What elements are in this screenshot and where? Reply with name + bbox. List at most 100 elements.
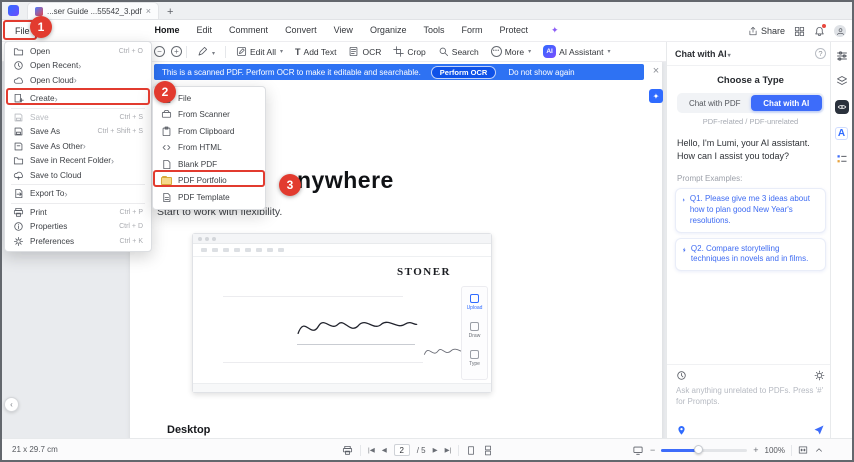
menu-item-properties[interactable]: Properties Ctrl + D	[5, 220, 151, 235]
translate-icon[interactable]	[835, 127, 848, 140]
send-icon[interactable]	[813, 424, 825, 436]
tab-comment[interactable]: Comment	[229, 25, 268, 36]
ocr-button[interactable]: OCR	[348, 46, 381, 57]
do-not-show-again-link[interactable]: Do not show again	[508, 68, 574, 77]
tab-home[interactable]: Home	[155, 25, 180, 36]
new-tab-button[interactable]	[167, 2, 173, 20]
menu-label: Preferences	[30, 237, 74, 246]
tab-organize[interactable]: Organize	[370, 25, 407, 36]
tab-tools[interactable]: Tools	[423, 25, 444, 36]
tab-convert[interactable]: Convert	[285, 25, 317, 36]
add-text-icon: T	[295, 47, 301, 57]
more-button[interactable]: ••• More	[491, 46, 531, 57]
checklist-icon[interactable]	[836, 153, 848, 165]
menu-item-open[interactable]: Open Ctrl + O	[5, 44, 151, 59]
sign-option-draw[interactable]: Draw	[469, 322, 481, 339]
next-page-button[interactable]	[433, 446, 438, 454]
statusbar: 21 x 29.7 cm 2 / 5 100%	[2, 438, 852, 460]
submenu-item-pdf-template[interactable]: PDF Template	[153, 189, 265, 206]
submenu-item-from-html[interactable]: From HTML	[153, 140, 265, 157]
chat-mode-dropdown[interactable]: Chat with AI	[675, 49, 731, 59]
menu-item-save-in-recent-folder[interactable]: Save in Recent Folder	[5, 154, 151, 169]
first-page-button[interactable]	[368, 446, 375, 454]
notice-close-icon[interactable]	[650, 65, 662, 77]
tab-protect[interactable]: Protect	[499, 25, 528, 36]
chat-with-pdf-option[interactable]: Chat with PDF	[679, 95, 751, 111]
notification-bell-icon[interactable]	[814, 26, 825, 37]
collapse-sidebar-button[interactable]	[4, 397, 19, 412]
clipboard-icon	[161, 126, 172, 137]
submenu-item-from-scanner[interactable]: From Scanner	[153, 107, 265, 124]
crop-button[interactable]: Crop	[393, 46, 425, 57]
document-tab[interactable]: ...ser Guide ...55542_3.pdf	[27, 2, 159, 19]
edit-all-button[interactable]: Edit All	[236, 46, 283, 57]
gear-icon[interactable]	[814, 370, 825, 381]
history-clock-icon[interactable]	[676, 370, 687, 381]
zoom-slider-knob[interactable]	[694, 445, 703, 454]
menu-item-export-to[interactable]: Export To	[5, 187, 151, 202]
apps-grid-icon[interactable]	[794, 26, 805, 37]
menu-item-save-to-cloud[interactable]: Save to Cloud	[5, 168, 151, 183]
menu-shortcut: Ctrl + K	[119, 238, 143, 245]
share-button[interactable]: Share	[748, 26, 785, 36]
more-icon: •••	[491, 46, 502, 57]
account-avatar[interactable]	[834, 25, 846, 37]
menu-item-open-cloud[interactable]: Open Cloud	[5, 73, 151, 88]
current-page-input[interactable]: 2	[394, 444, 410, 456]
menu-label: PDF Template	[178, 193, 230, 202]
menu-item-preferences[interactable]: Preferences Ctrl + K	[5, 234, 151, 249]
continuous-scroll-icon[interactable]	[483, 445, 493, 456]
sign-option-upload[interactable]: Upload	[467, 294, 483, 311]
form-line	[223, 296, 403, 297]
zoom-in-tool-icon[interactable]: +	[171, 46, 182, 57]
pin-icon[interactable]	[676, 425, 687, 436]
zoom-level-label: 100%	[765, 446, 785, 455]
help-icon[interactable]: ?	[815, 48, 826, 59]
menu-item-save-as-other[interactable]: Save As Other	[5, 139, 151, 154]
tab-form[interactable]: Form	[461, 25, 482, 36]
signature-line	[297, 344, 415, 345]
ai-input-placeholder[interactable]: Ask anything unrelated to PDFs. Press '#…	[667, 384, 834, 410]
reader-eye-badge-icon[interactable]	[835, 100, 849, 114]
perform-ocr-button[interactable]: Perform OCR	[431, 66, 497, 79]
zoom-out-tool-icon[interactable]: −	[154, 46, 165, 57]
menu-item-save-as[interactable]: Save As Ctrl + Shift + S	[5, 125, 151, 140]
search-button[interactable]: Search	[438, 46, 479, 57]
last-page-button[interactable]	[445, 446, 452, 454]
close-tab-icon[interactable]	[146, 6, 151, 16]
prompt-example-q1[interactable]: Q1. Please give me 3 ideas about how to …	[675, 188, 826, 232]
sign-option-type[interactable]: Type	[469, 350, 480, 367]
zoom-slider[interactable]	[661, 449, 747, 452]
zoom-out-button[interactable]	[650, 445, 655, 455]
menu-item-open-recent[interactable]: Open Recent	[5, 59, 151, 74]
chat-type-caption: PDF-related / PDF-unrelated	[667, 117, 834, 126]
pen-caret-icon[interactable]	[211, 47, 215, 57]
cloud-upload-icon	[13, 170, 24, 181]
layers-icon[interactable]	[836, 75, 848, 87]
step3-badge: 3	[279, 174, 301, 196]
menubar: File Home Edit Comment Convert View Orga…	[2, 20, 852, 42]
ai-quick-access-icon[interactable]	[649, 89, 663, 103]
ai-sparkle-icon[interactable]: ✦	[551, 25, 559, 36]
previous-page-button[interactable]	[382, 446, 387, 454]
presentation-icon[interactable]	[632, 445, 644, 456]
ai-assistant-button[interactable]: AI AI Assistant	[543, 45, 610, 58]
print-icon[interactable]	[342, 445, 353, 456]
chat-with-ai-option[interactable]: Chat with AI	[751, 95, 823, 111]
highlighter-tool[interactable]	[197, 46, 215, 57]
expand-statusbar-icon[interactable]	[814, 445, 824, 455]
tab-edit[interactable]: Edit	[197, 25, 213, 36]
submenu-item-from-clipboard[interactable]: From Clipboard	[153, 123, 265, 140]
prompt-example-q2[interactable]: Q2. Compare storytelling techniques in n…	[675, 238, 826, 272]
tab-title: ...ser Guide ...55542_3.pdf	[47, 7, 142, 16]
menu-item-print[interactable]: Print Ctrl + P	[5, 205, 151, 220]
add-text-button[interactable]: T Add Text	[295, 47, 336, 57]
tab-view[interactable]: View	[334, 25, 353, 36]
single-page-view-icon[interactable]	[466, 445, 476, 456]
menu-label: Save	[30, 113, 49, 122]
fit-width-icon[interactable]	[798, 445, 808, 455]
panel-settings-icon[interactable]	[836, 50, 848, 62]
zoom-in-button[interactable]	[753, 445, 758, 455]
menu-item-save[interactable]: Save Ctrl + S	[5, 110, 151, 125]
step3-highlight-box	[153, 170, 265, 187]
